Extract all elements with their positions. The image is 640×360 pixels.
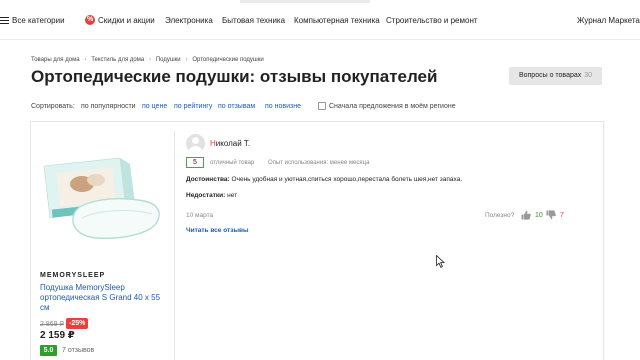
nav-item-construction[interactable]: Строительство и ремонт: [386, 16, 478, 26]
review-grade: отличный товар: [210, 160, 255, 166]
thumbs-up-icon[interactable]: [521, 210, 531, 220]
nav-item-journal[interactable]: Журнал Маркета: [577, 16, 640, 26]
mouse-cursor-icon: [436, 255, 445, 268]
questions-button-label: Вопросы о товарах: [518, 72, 582, 79]
nav-item-sales[interactable]: Скидки и акции: [98, 16, 155, 26]
region-checkbox[interactable]: [318, 102, 326, 110]
top-navigation: Все категории Скидки и акции Электроника…: [0, 0, 640, 40]
breadcrumb-item[interactable]: Подушки: [156, 57, 181, 63]
nav-item-electronics[interactable]: Электроника: [165, 16, 213, 26]
usage-experience: Опыт использования: менее месяца: [268, 160, 370, 166]
sort-newest[interactable]: по новизне: [265, 102, 301, 111]
breadcrumb-separator: ›: [149, 57, 152, 63]
useful-label: Полезно?: [485, 212, 515, 219]
review-pros: Достоинства: Очень удобная и уютная,спит…: [186, 175, 462, 184]
page-title: Ортопедические подушки: отзывы покупател…: [31, 67, 438, 86]
pros-text: Очень удобная и уютная,спиться хорошо,пе…: [231, 176, 463, 183]
sort-price[interactable]: по цене: [142, 102, 167, 111]
sort-reviews[interactable]: по отзывам: [218, 102, 255, 111]
header-scroll-hint: [240, 0, 370, 3]
review-date: 10 марта: [186, 212, 214, 219]
review-cons: Недостатки: нет: [186, 191, 237, 200]
menu-icon[interactable]: [0, 17, 9, 24]
questions-button[interactable]: Вопросы о товарах 30: [509, 67, 602, 85]
thumbs-down-icon[interactable]: [546, 210, 556, 220]
cons-text: нет: [227, 192, 238, 199]
breadcrumb-separator: ›: [84, 57, 87, 63]
sort-popularity[interactable]: по популярности: [81, 102, 136, 111]
cons-label: Недостатки:: [186, 192, 226, 199]
review-score: 5: [186, 157, 204, 168]
product-brand: MEMORYSLEEP: [40, 272, 106, 279]
old-price: 2 869 ₽: [40, 321, 64, 328]
region-checkbox-label[interactable]: Сначала предложения в моём регионе: [329, 102, 456, 111]
questions-count: 30: [584, 72, 593, 79]
reviews-count-link[interactable]: 7 отзывов: [62, 346, 94, 355]
product-image[interactable]: [38, 150, 163, 245]
all-categories-button[interactable]: Все категории: [12, 16, 65, 26]
breadcrumb-item[interactable]: Ортопедические подушки: [192, 57, 263, 63]
breadcrumb-separator: ›: [185, 57, 188, 63]
breadcrumb-item[interactable]: Товары для дома: [31, 57, 80, 63]
user-avatar-icon: [186, 134, 205, 153]
useful-up-count: 10: [535, 212, 543, 219]
sort-rating[interactable]: по рейтингу: [174, 102, 212, 111]
useful-down-count: 7: [560, 212, 564, 219]
card-divider: [174, 131, 175, 360]
percent-icon: [85, 15, 95, 25]
review-author: Николай Т.: [210, 139, 251, 148]
read-all-reviews-link[interactable]: Читать все отзывы: [186, 226, 249, 235]
breadcrumb-item[interactable]: Текстиль для дома: [91, 57, 144, 63]
nav-item-appliances[interactable]: Бытовая техника: [222, 16, 285, 26]
discount-badge: -25%: [66, 318, 89, 329]
rating-badge: 5.0: [40, 345, 57, 356]
product-name-link[interactable]: Подушка MemorySleep ортопедическая S Gra…: [40, 283, 170, 313]
nav-item-computers[interactable]: Компьютерная техника: [294, 16, 380, 26]
sort-label: Сортировать:: [31, 103, 75, 110]
current-price: 2 159 ₽: [40, 330, 75, 341]
pros-label: Достоинства:: [186, 176, 230, 183]
breadcrumb: Товары для дома › Текстиль для дома › Поду…: [31, 56, 266, 64]
